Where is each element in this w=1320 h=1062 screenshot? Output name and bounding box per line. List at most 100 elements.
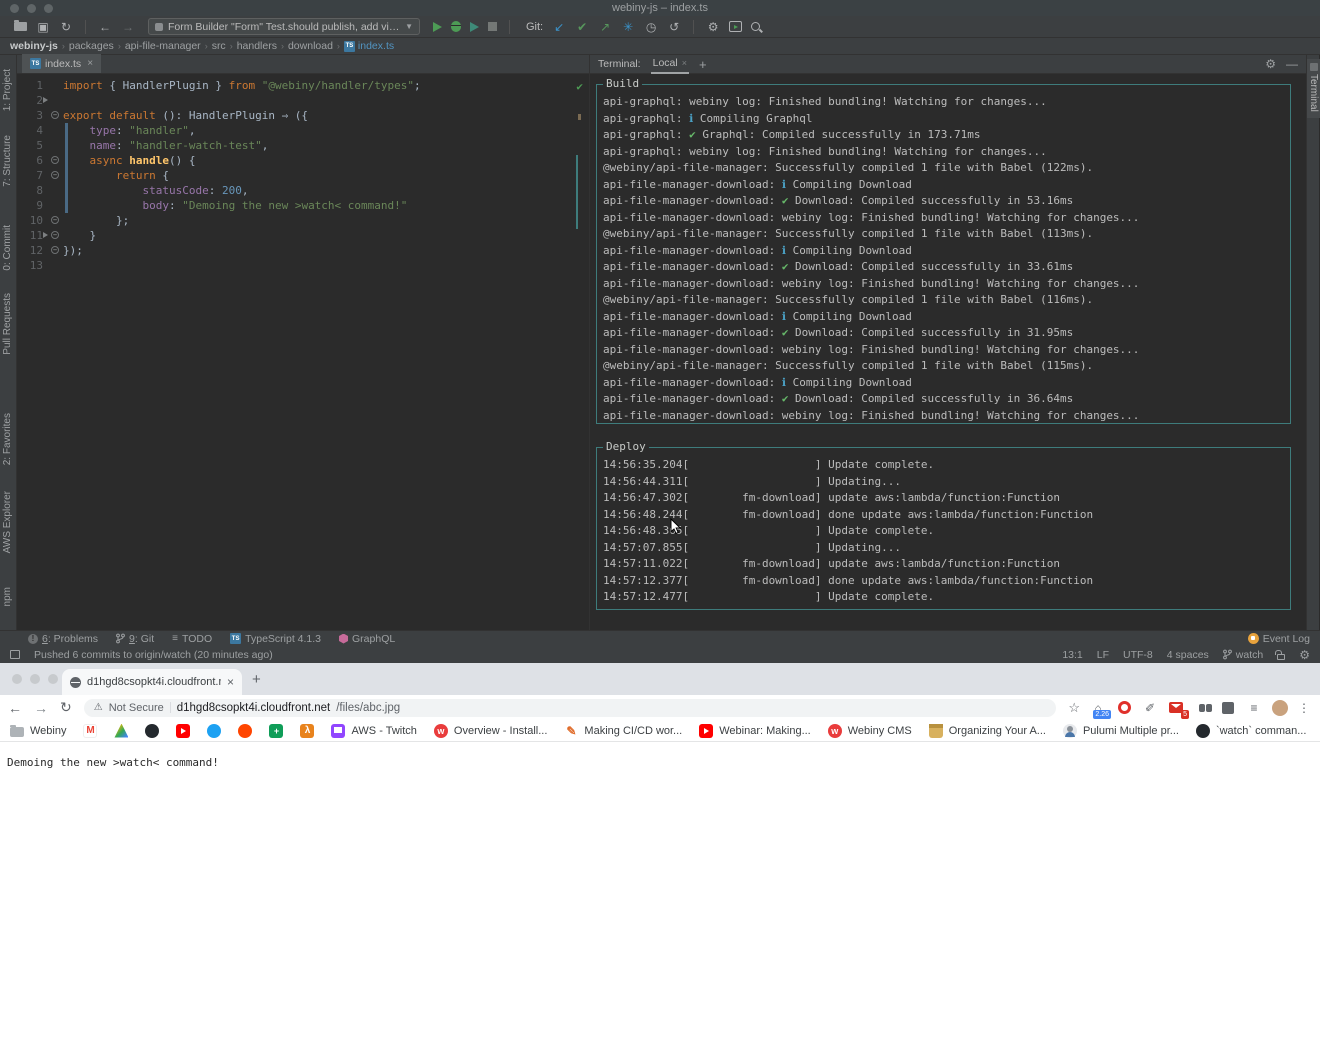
reload-icon[interactable]: ↻ — [60, 699, 72, 716]
extension-eyedropper-icon[interactable]: ✐ — [1142, 700, 1158, 716]
new-terminal-button[interactable]: + — [699, 57, 707, 72]
bookmark-item[interactable]: `watch` comman... — [1196, 724, 1306, 738]
debug-button[interactable] — [451, 21, 461, 32]
stop-button[interactable] — [488, 22, 497, 31]
tool-window-button--commit[interactable]: 0: Commit — [2, 225, 13, 271]
bookmark-item[interactable]: M — [83, 724, 97, 738]
zoom-window-button[interactable] — [48, 674, 58, 684]
bookmark-item[interactable] — [176, 724, 190, 738]
terminal-output[interactable]: Build api-graphql: webiny log: Finished … — [590, 74, 1306, 630]
line-ending-indicator[interactable]: LF — [1097, 649, 1109, 661]
extension-mail-icon[interactable]: 5 — [1168, 700, 1184, 716]
window-controls[interactable] — [12, 674, 58, 684]
extension-opera-icon[interactable] — [1116, 700, 1132, 716]
bookmark-item[interactable]: + — [269, 724, 283, 738]
new-tab-button[interactable]: + — [252, 671, 261, 688]
profile-avatar[interactable] — [1272, 700, 1288, 716]
todo-tool-window-button[interactable]: ≡ TODO — [172, 633, 212, 645]
graphql-tool-window-button[interactable]: GraphQL — [339, 633, 395, 645]
search-everywhere-icon[interactable] — [751, 22, 760, 31]
back-icon[interactable]: ← — [8, 700, 22, 716]
breadcrumb-item[interactable]: download — [288, 40, 333, 52]
open-folder-icon[interactable] — [14, 22, 27, 31]
git-push-icon[interactable]: ↗ — [598, 21, 612, 33]
bookmark-item[interactable]: ✎Making CI/CD wor... — [564, 724, 682, 738]
minimize-panel-icon[interactable]: — — [1286, 57, 1298, 71]
gear-icon[interactable]: ⚙ — [1265, 57, 1276, 71]
bookmark-item[interactable] — [145, 724, 159, 738]
run-anything-icon[interactable] — [729, 21, 742, 32]
bookmark-item[interactable]: AWS - Twitch — [331, 724, 416, 738]
bookmark-item[interactable]: wWebiny CMS — [828, 724, 912, 738]
typescript-service-button[interactable]: TS TypeScript 4.1.3 — [230, 633, 321, 645]
bookmark-item[interactable]: Organizing Your A... — [929, 724, 1046, 738]
run-configuration-select[interactable]: Form Builder "Form" Test.should publish,… — [148, 18, 420, 35]
close-icon[interactable]: × — [87, 58, 93, 69]
bookmark-item[interactable] — [207, 724, 221, 738]
address-bar[interactable]: ⚠ Not Secure d1hgd8csopkt4i.cloudfront.n… — [84, 699, 1057, 717]
forward-icon[interactable]: → — [121, 21, 135, 33]
sync-icon[interactable]: ↻ — [59, 21, 73, 33]
bookmark-item[interactable] — [238, 724, 252, 738]
breadcrumb-item[interactable]: packages — [69, 40, 114, 52]
problems-tool-window-button[interactable]: ! 6: Problems — [28, 633, 98, 645]
minimize-window-button[interactable] — [27, 4, 36, 13]
git-update-icon[interactable]: ↙ — [552, 21, 566, 33]
save-all-icon[interactable]: ▣ — [36, 21, 50, 33]
breadcrumb-item[interactable]: handlers — [237, 40, 277, 52]
terminal-tab-local[interactable]: Local × — [651, 55, 689, 74]
code-editor[interactable]: ✔ 1import { HandlerPlugin } from "@webin… — [17, 74, 589, 630]
tool-window-button--project[interactable]: 1: Project — [2, 69, 13, 111]
security-chip[interactable]: Not Secure — [109, 702, 164, 714]
close-window-button[interactable] — [12, 674, 22, 684]
browser-tab[interactable]: d1hgd8csopkt4i.cloudfront.ne × — [62, 669, 242, 695]
tool-window-toggle-icon[interactable] — [10, 650, 20, 659]
tool-window-button-pull-requests[interactable]: Pull Requests — [2, 293, 13, 355]
browser-menu-icon[interactable]: ⋮ — [1298, 701, 1310, 715]
history-clock-icon[interactable]: ◷ — [644, 21, 658, 33]
extension-pagetime-icon[interactable]: ⌂2.26 — [1090, 700, 1106, 716]
tool-window-button-aws-explorer[interactable]: AWS Explorer — [2, 491, 13, 553]
unlock-icon[interactable] — [1277, 654, 1285, 660]
close-icon[interactable]: × — [682, 58, 687, 68]
extensions-puzzle-icon[interactable] — [1220, 700, 1236, 716]
media-list-icon[interactable]: ≡ — [1246, 700, 1262, 716]
run-button[interactable] — [433, 22, 442, 32]
bookmark-item[interactable]: Webinar: Making... — [699, 724, 811, 738]
tool-window-button--favorites[interactable]: 2: Favorites — [2, 413, 13, 465]
bookmark-item[interactable]: Webiny — [10, 725, 66, 737]
encoding-indicator[interactable]: UTF-8 — [1123, 649, 1153, 661]
forward-icon[interactable]: → — [34, 700, 48, 716]
breadcrumb-item[interactable]: api-file-manager — [125, 40, 201, 52]
wrench-settings-icon[interactable]: ⚙ — [706, 21, 720, 33]
caret-position[interactable]: 13:1 — [1062, 649, 1082, 661]
bookmark-item[interactable] — [114, 724, 128, 738]
rollback-icon[interactable]: ↺ — [667, 21, 681, 33]
breadcrumb-item[interactable]: webiny-js — [10, 40, 58, 52]
tool-window-button-npm[interactable]: npm — [2, 587, 13, 606]
zoom-window-button[interactable] — [44, 4, 53, 13]
terminal-vertical-tab[interactable]: Terminal — [1307, 59, 1320, 118]
bookmark-item[interactable]: λ — [300, 724, 314, 738]
run-coverage-button[interactable] — [470, 22, 479, 32]
extension-binoculars-icon[interactable] — [1194, 700, 1210, 716]
minimize-window-button[interactable] — [30, 674, 40, 684]
breadcrumb-item[interactable]: src — [212, 40, 226, 52]
bookmark-item[interactable]: Pulumi Multiple pr... — [1063, 724, 1179, 738]
git-merge-icon[interactable]: ✳ — [621, 21, 635, 33]
git-branch-widget[interactable]: watch — [1223, 649, 1263, 661]
window-controls[interactable] — [10, 4, 53, 13]
back-icon[interactable]: ← — [98, 21, 112, 33]
editor-tab-index-ts[interactable]: TS index.ts × — [22, 54, 101, 73]
close-tab-icon[interactable]: × — [227, 675, 234, 689]
close-window-button[interactable] — [10, 4, 19, 13]
indent-indicator[interactable]: 4 spaces — [1167, 649, 1209, 661]
bookmark-star-icon[interactable]: ☆ — [1068, 700, 1080, 716]
gear-icon[interactable]: ⚙ — [1299, 648, 1310, 662]
git-commit-icon[interactable]: ✔ — [575, 21, 589, 33]
tool-window-button--structure[interactable]: 7: Structure — [2, 135, 13, 187]
event-log-button[interactable]: Event Log — [1248, 633, 1310, 645]
bookmark-item[interactable]: wOverview - Install... — [434, 724, 548, 738]
git-tool-window-button[interactable]: 9: Git — [116, 633, 154, 645]
breadcrumb-file[interactable]: TSindex.ts — [344, 40, 394, 52]
